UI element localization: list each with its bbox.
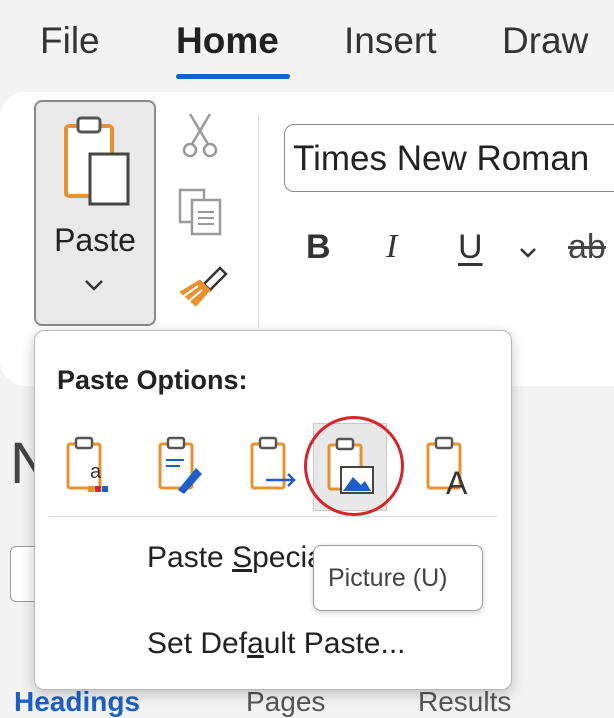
set-default-paste-post: ult Paste...	[263, 627, 406, 660]
copy-icon[interactable]	[176, 186, 226, 243]
chevron-down-icon	[82, 278, 106, 297]
keep-text-only-icon: A	[426, 436, 468, 498]
picture-tooltip: Picture (U)	[313, 545, 483, 611]
nav-tab-headings[interactable]: Headings	[14, 686, 140, 718]
font-name-value: Times New Roman	[293, 139, 590, 178]
tab-file[interactable]: File	[40, 20, 100, 62]
ribbon-tabs: File Home Insert Draw	[0, 0, 614, 92]
paste-options-menu: Paste Options: a A Paste Special... Set …	[34, 330, 512, 690]
svg-text:a: a	[90, 461, 102, 483]
nav-tab-pages[interactable]: Pages	[246, 686, 325, 718]
group-divider	[258, 114, 259, 328]
set-default-paste-item[interactable]: Set Default Paste...	[147, 627, 406, 661]
menu-divider	[49, 516, 497, 517]
cut-icon[interactable]	[180, 110, 220, 165]
paste-special-accesskey: S	[232, 541, 253, 574]
tab-insert[interactable]: Insert	[344, 20, 437, 62]
use-destination-styles-option[interactable]	[237, 423, 311, 511]
format-painter-icon[interactable]	[176, 262, 228, 313]
svg-text:A: A	[446, 465, 468, 498]
underline-button[interactable]: U	[458, 228, 483, 267]
tab-draw[interactable]: Draw	[502, 20, 588, 62]
use-destination-styles-icon	[250, 436, 296, 490]
strikethrough-button[interactable]: ab	[568, 228, 606, 267]
paste-options-header: Paste Options:	[57, 365, 248, 395]
paste-icon	[62, 116, 132, 213]
font-name-combobox[interactable]: Times New Roman	[284, 124, 614, 192]
bold-button[interactable]: B	[306, 228, 331, 267]
set-default-paste-pre: Set Def	[147, 627, 248, 660]
keep-source-formatting-icon: a	[66, 436, 108, 492]
nav-tab-results[interactable]: Results	[418, 686, 511, 718]
set-default-paste-accesskey: a	[247, 627, 264, 660]
keep-text-only-option[interactable]: A	[413, 423, 487, 511]
paste-button[interactable]: Paste	[34, 100, 156, 326]
tooltip-text: Picture (U)	[328, 564, 448, 592]
paste-label: Paste	[54, 222, 136, 258]
active-tab-indicator	[176, 74, 290, 79]
paste-special-pre: Paste	[147, 541, 233, 574]
tab-home[interactable]: Home	[176, 20, 279, 62]
underline-dropdown-icon[interactable]	[518, 246, 538, 265]
italic-button[interactable]: I	[386, 228, 397, 266]
merge-formatting-icon	[158, 436, 202, 494]
keep-source-formatting-option[interactable]: a	[53, 423, 127, 511]
merge-formatting-option[interactable]	[145, 423, 219, 511]
